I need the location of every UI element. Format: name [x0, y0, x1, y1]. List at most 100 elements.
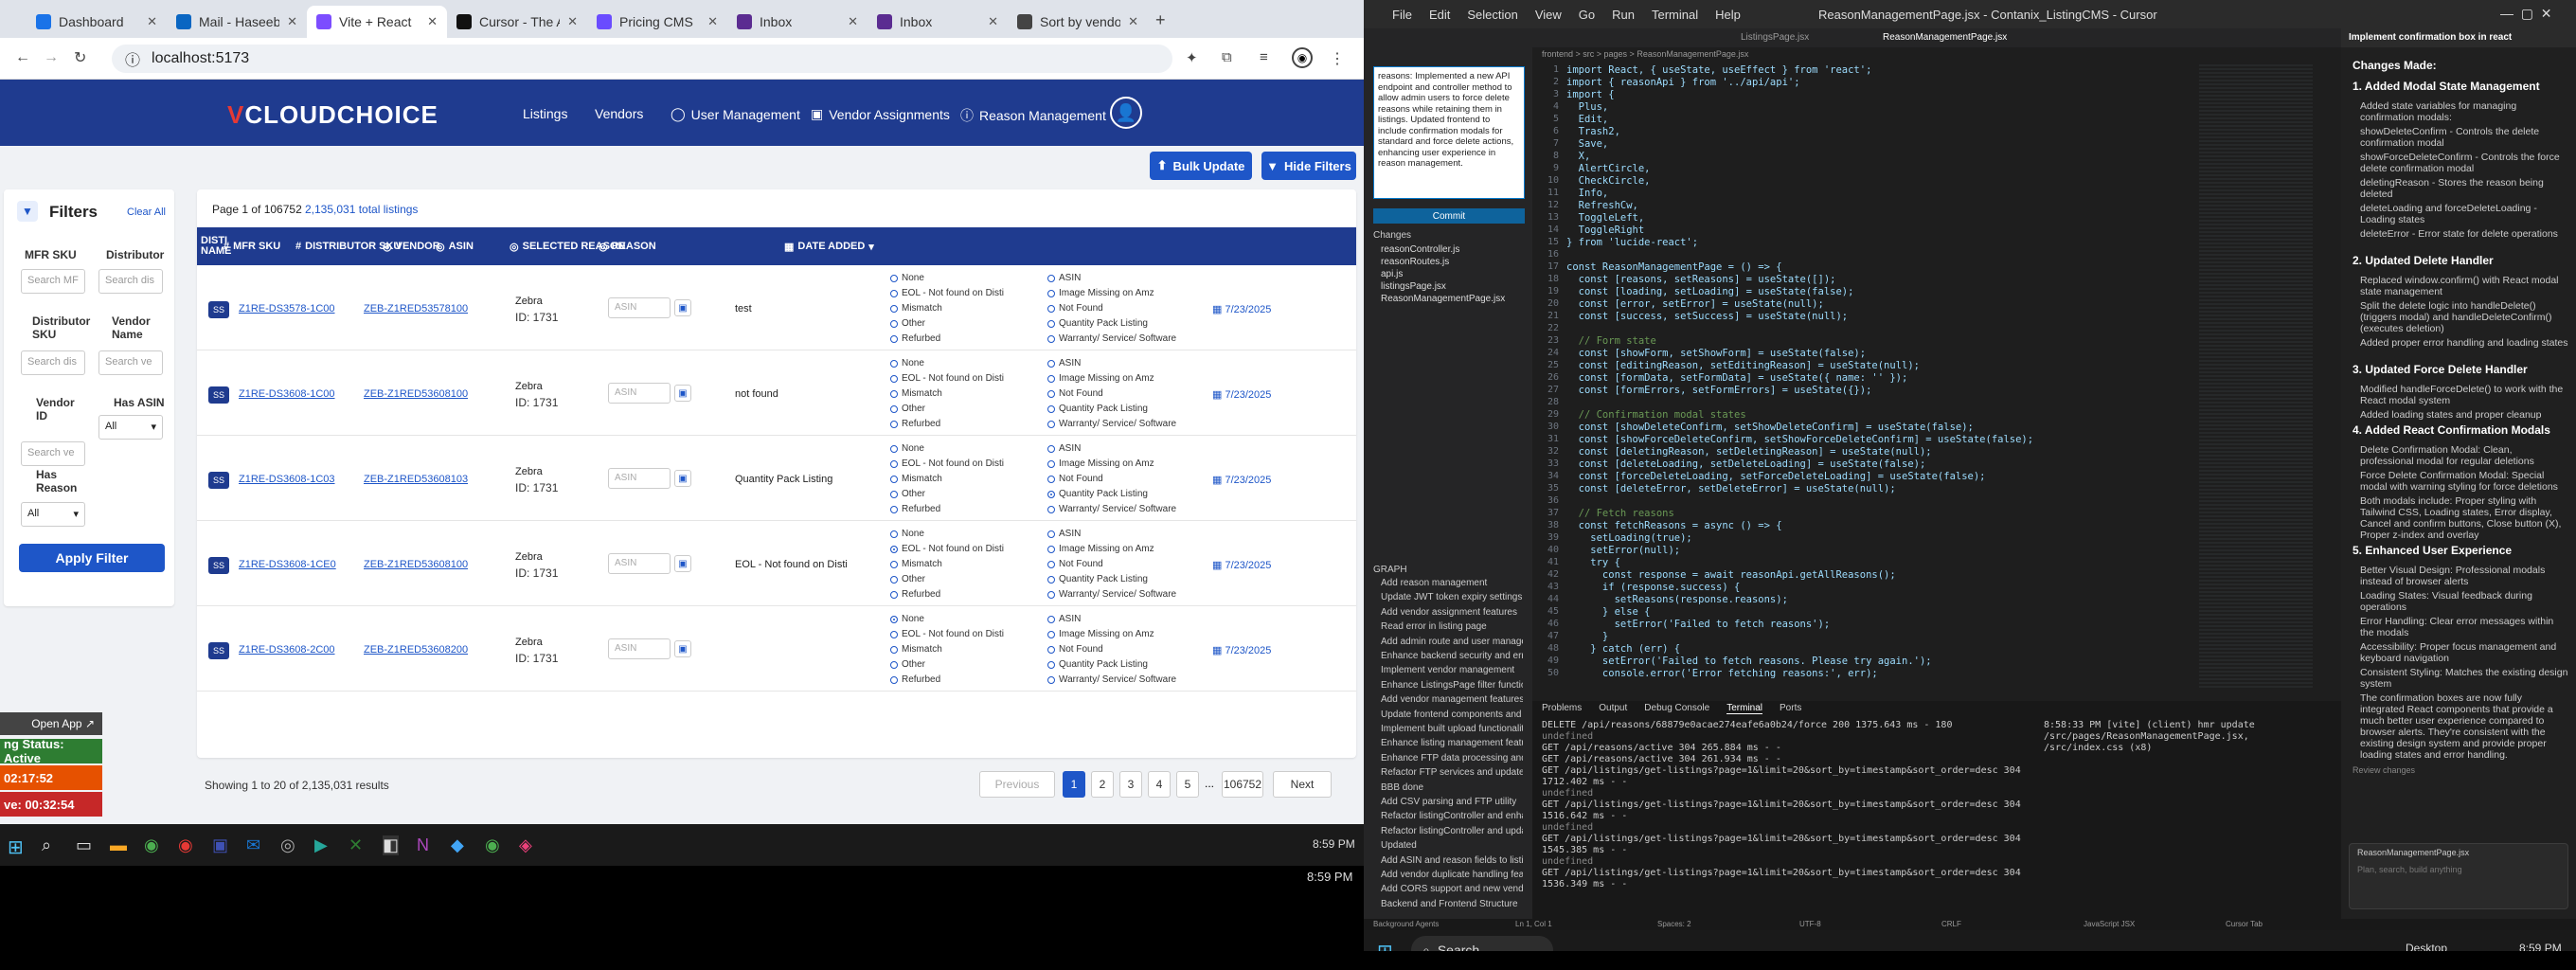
- reason-radio[interactable]: EOL - Not found on Disti: [890, 288, 1004, 298]
- close-tab-icon[interactable]: ✕: [988, 14, 998, 29]
- has-reason-select[interactable]: All ▾: [21, 502, 85, 527]
- reason-radio[interactable]: Mismatch: [890, 644, 942, 655]
- hide-filters-button[interactable]: ▼ Hide Filters: [1261, 152, 1356, 180]
- has-asin-select[interactable]: All ▾: [98, 415, 163, 440]
- page-button[interactable]: 106752: [1222, 771, 1263, 798]
- reason-radio[interactable]: None: [890, 273, 924, 283]
- reason-radio[interactable]: None: [890, 529, 924, 539]
- mfr-sku-link[interactable]: Z1RE-DS3578-1C00: [239, 303, 335, 314]
- new-tab-icon[interactable]: +: [1155, 10, 1166, 30]
- mfr-sku-input[interactable]: Search MF: [21, 269, 85, 294]
- changed-file[interactable]: ReasonManagementPage.jsx: [1381, 294, 1505, 304]
- close-tab-icon[interactable]: ✕: [147, 14, 157, 29]
- column-header[interactable]: ◎ VENDOR: [383, 227, 440, 265]
- nav-vendor-assignments[interactable]: ▣ Vendor Assignments: [811, 106, 950, 122]
- extensions-icon[interactable]: ⧉: [1222, 49, 1232, 65]
- reason-radio[interactable]: Other: [890, 318, 925, 329]
- browser-tab[interactable]: Sort by vendo ✕: [1008, 6, 1148, 38]
- status-item[interactable]: Spaces: 2: [1657, 920, 1691, 928]
- previous-page-button[interactable]: Previous: [979, 771, 1055, 798]
- distributor-sku-link[interactable]: ZEB-Z1RED53608200: [364, 644, 468, 656]
- mfr-sku-link[interactable]: Z1RE-DS3608-1CE0: [239, 559, 336, 570]
- panel-tab[interactable]: Ports: [1780, 703, 1801, 714]
- reason-radio[interactable]: Image Missing on Amz: [1047, 373, 1154, 384]
- menu-item[interactable]: Go: [1579, 8, 1595, 22]
- menu-item[interactable]: Help: [1715, 8, 1741, 22]
- reason-radio[interactable]: Refurbed: [890, 674, 940, 685]
- commit-entry[interactable]: Implement vendor management: [1381, 665, 1523, 675]
- reason-radio[interactable]: EOL - Not found on Disti: [890, 458, 1004, 469]
- search-icon[interactable]: ⌕: [42, 835, 51, 855]
- commit-entry[interactable]: Add vendor assignment features: [1381, 607, 1523, 618]
- commit-entry[interactable]: Add vendor management features: [1381, 694, 1523, 705]
- account-avatar-icon[interactable]: 👤: [1110, 97, 1142, 129]
- page-button[interactable]: 5: [1176, 771, 1199, 798]
- reason-radio[interactable]: Warranty/ Service/ Software: [1047, 333, 1176, 344]
- url-input[interactable]: ⓘ localhost:5173: [112, 45, 1172, 73]
- vendor-id-input[interactable]: Search ve: [21, 441, 85, 466]
- commit-entry[interactable]: Refactor listingController and update: [1381, 826, 1523, 836]
- menu-item[interactable]: Run: [1612, 8, 1635, 22]
- reason-radio[interactable]: Warranty/ Service/ Software: [1047, 589, 1176, 600]
- save-asin-icon[interactable]: ▣: [674, 555, 691, 572]
- windows-start-icon[interactable]: ⊞: [1377, 940, 1393, 951]
- reason-radio[interactable]: Mismatch: [890, 559, 942, 569]
- commit-entry[interactable]: Read error in listing page: [1381, 621, 1523, 632]
- distributor-sku-link[interactable]: ZEB-Z1RED53608103: [364, 474, 468, 485]
- puzzle-icon[interactable]: ✦: [1186, 49, 1198, 66]
- reason-radio[interactable]: Refurbed: [890, 419, 940, 429]
- open-app-button[interactable]: Open App ↗: [0, 712, 102, 735]
- logo[interactable]: VCLOUDCHOICE: [227, 100, 438, 130]
- panel-tab[interactable]: Terminal: [1726, 703, 1763, 714]
- nav-vendors[interactable]: Vendors: [595, 106, 643, 121]
- asin-input[interactable]: ASIN: [608, 468, 671, 489]
- commit-entry[interactable]: Updated: [1381, 840, 1523, 851]
- status-item[interactable]: Ln 1, Col 1: [1515, 920, 1552, 928]
- status-item[interactable]: JavaScript JSX: [2084, 920, 2135, 928]
- close-tab-icon[interactable]: ✕: [848, 14, 858, 29]
- page-button[interactable]: 3: [1119, 771, 1142, 798]
- reason-radio[interactable]: Not Found: [1047, 559, 1103, 569]
- apply-filter-button[interactable]: Apply Filter: [19, 544, 165, 572]
- reason-radio[interactable]: None: [890, 358, 924, 368]
- context-file-chip[interactable]: ReasonManagementPage.jsx: [2357, 848, 2469, 857]
- distributor-sku-link[interactable]: ZEB-Z1RED53608100: [364, 559, 468, 570]
- reason-radio[interactable]: Mismatch: [890, 303, 942, 314]
- commit-entry[interactable]: Add ASIN and reason fields to listing: [1381, 855, 1523, 866]
- changed-file[interactable]: reasonController.js: [1381, 244, 1459, 255]
- commit-entry[interactable]: Enhance listing management features: [1381, 738, 1523, 748]
- reason-radio[interactable]: Image Missing on Amz: [1047, 288, 1154, 298]
- next-page-button[interactable]: Next: [1273, 771, 1332, 798]
- reason-radio[interactable]: Image Missing on Amz: [1047, 544, 1154, 554]
- panel-tab[interactable]: Output: [1599, 703, 1627, 714]
- reason-radio[interactable]: Refurbed: [890, 504, 940, 514]
- terminal-icon[interactable]: ▶: [314, 835, 328, 855]
- close-tab-icon[interactable]: ✕: [427, 14, 438, 29]
- bulk-update-button[interactable]: ⬆ Bulk Update: [1150, 152, 1252, 180]
- reason-radio[interactable]: Other: [890, 489, 925, 499]
- distributor-sku-link[interactable]: ZEB-Z1RED53608100: [364, 388, 468, 400]
- reason-radio[interactable]: Image Missing on Amz: [1047, 629, 1154, 639]
- commit-entry[interactable]: Add CSV parsing and FTP utility: [1381, 797, 1523, 807]
- panel-tab[interactable]: Debug Console: [1644, 703, 1709, 714]
- site-info-icon[interactable]: ⓘ: [125, 47, 140, 70]
- save-asin-icon[interactable]: ▣: [674, 470, 691, 487]
- column-header[interactable]: ▦ DATE ADDED ▾: [784, 227, 874, 265]
- onenote-icon[interactable]: N: [417, 835, 429, 855]
- asin-input[interactable]: ASIN: [608, 297, 671, 318]
- reason-radio[interactable]: Quantity Pack Listing: [1047, 489, 1148, 499]
- commit-entry[interactable]: Add CORS support and new vendor routes: [1381, 884, 1523, 894]
- teams-icon[interactable]: ▣: [212, 835, 228, 855]
- task-view-icon[interactable]: ▭: [76, 835, 92, 855]
- menu-item[interactable]: Selection: [1467, 8, 1517, 22]
- browser-tab[interactable]: Cursor - The A ✕: [447, 6, 587, 38]
- close-tab-icon[interactable]: ✕: [567, 14, 578, 29]
- status-item[interactable]: CRLF: [1941, 920, 1961, 928]
- profile-icon[interactable]: ◉: [1292, 47, 1313, 68]
- reason-radio[interactable]: Refurbed: [890, 333, 940, 344]
- commit-entry[interactable]: Update JWT token expiry settings: [1381, 592, 1523, 602]
- page-button[interactable]: 1: [1063, 771, 1085, 798]
- distributor-sku-input[interactable]: Search dis: [21, 350, 85, 375]
- asin-input[interactable]: ASIN: [608, 638, 671, 659]
- browser-tab[interactable]: Dashboard ✕: [27, 6, 167, 38]
